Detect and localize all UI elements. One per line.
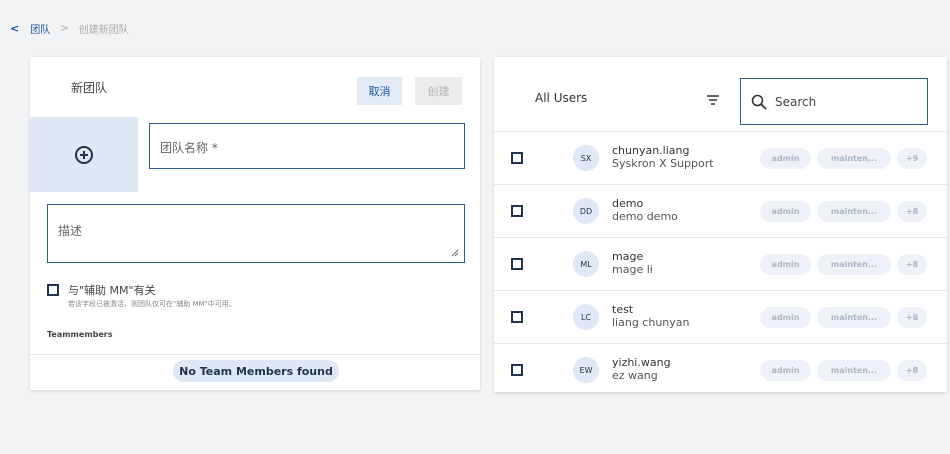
role-badge: admin (760, 360, 811, 381)
avatar: ML (573, 251, 599, 277)
search-box[interactable] (740, 78, 928, 125)
user-row[interactable]: LC test liang chunyan admin mainten... +… (494, 290, 947, 343)
user-row[interactable]: SX chunyan.liang Syskron X Support admin… (494, 131, 947, 184)
user-checkbox[interactable] (511, 311, 523, 323)
user-name-block: mage mage li (612, 250, 653, 276)
user-login: chunyan.liang (612, 144, 690, 157)
avatar: EW (573, 357, 599, 383)
role-badge: mainten... (817, 254, 891, 275)
assist-mm-hint: 若该字段已被激活，则团队仅可在"辅助 MM"中可用。 (68, 300, 236, 308)
assist-mm-label: 与"辅助 MM"有关 (68, 284, 156, 297)
filter-icon[interactable] (706, 94, 720, 106)
user-row[interactable]: ML mage mage li admin mainten... +8 (494, 237, 947, 290)
role-badge: mainten... (817, 201, 891, 222)
chevron-left-icon[interactable]: < (10, 22, 19, 35)
user-full-name: ez wang (612, 369, 658, 382)
user-row[interactable]: EW yizhi.wang ez wang admin mainten... +… (494, 343, 947, 396)
avatar: DD (573, 198, 599, 224)
team-name-placeholder: 团队名称 * (160, 141, 218, 155)
create-button[interactable]: 创建 (415, 77, 462, 105)
divider (30, 354, 480, 355)
user-login: test (612, 303, 634, 316)
user-login: demo (612, 197, 644, 210)
users-title: All Users (535, 91, 588, 105)
avatar: SX (573, 145, 599, 171)
search-input[interactable] (775, 94, 915, 109)
user-checkbox[interactable] (511, 364, 523, 376)
role-badge: admin (760, 307, 811, 328)
assist-mm-checkbox[interactable] (47, 284, 59, 296)
more-roles-badge[interactable]: +8 (897, 360, 927, 381)
user-full-name: liang chunyan (612, 316, 690, 329)
user-name-block: chunyan.liang Syskron X Support (612, 144, 714, 170)
breadcrumb: < 团队 > 创建新团队 (10, 21, 129, 36)
avatar: LC (573, 304, 599, 330)
user-full-name: Syskron X Support (612, 157, 714, 170)
role-badge: mainten... (817, 307, 891, 328)
breadcrumb-current: 创建新团队 (78, 24, 129, 36)
role-badge: admin (760, 201, 811, 222)
breadcrumb-separator: > (60, 22, 69, 34)
cancel-button[interactable]: 取消 (357, 77, 402, 105)
resize-handle-icon[interactable] (451, 249, 459, 257)
role-badge: mainten... (817, 360, 891, 381)
role-badge: admin (760, 254, 811, 275)
more-roles-badge[interactable]: +8 (897, 307, 927, 328)
assist-mm-option: 与"辅助 MM"有关 若该字段已被激活，则团队仅可在"辅助 MM"中可用。 (47, 284, 236, 309)
team-name-input[interactable]: 团队名称 * (149, 123, 465, 169)
user-name-block: test liang chunyan (612, 303, 690, 329)
user-row[interactable]: DD demo demo demo admin mainten... +8 (494, 184, 947, 237)
more-roles-badge[interactable]: +9 (897, 148, 927, 169)
panel-title: 新团队 (71, 81, 108, 95)
user-name-block: yizhi.wang ez wang (612, 356, 671, 382)
more-roles-badge[interactable]: +8 (897, 254, 927, 275)
search-icon (751, 94, 767, 110)
user-full-name: demo demo (612, 210, 678, 223)
description-textarea[interactable]: 描述 (47, 204, 465, 263)
role-badge: admin (760, 148, 811, 169)
team-avatar-upload[interactable] (30, 117, 138, 192)
user-full-name: mage li (612, 263, 653, 276)
user-checkbox[interactable] (511, 205, 523, 217)
new-team-panel: 新团队 取消 创建 团队名称 * 描述 与"辅助 MM"有关 若该字段已被激活，… (30, 57, 480, 390)
user-checkbox[interactable] (511, 152, 523, 164)
role-badge: mainten... (817, 148, 891, 169)
empty-members-badge: No Team Members found (173, 360, 339, 382)
description-placeholder: 描述 (58, 224, 83, 238)
user-name-block: demo demo demo (612, 197, 678, 223)
plus-circle-icon (75, 145, 93, 164)
breadcrumb-parent[interactable]: 团队 (30, 21, 50, 36)
user-list: SX chunyan.liang Syskron X Support admin… (494, 131, 947, 396)
more-roles-badge[interactable]: +8 (897, 201, 927, 222)
user-checkbox[interactable] (511, 258, 523, 270)
user-login: yizhi.wang (612, 356, 671, 369)
user-login: mage (612, 250, 644, 263)
team-members-label: Teammembers (47, 330, 113, 339)
all-users-panel: All Users SX chunyan.liang Syskron X Sup… (494, 57, 947, 392)
